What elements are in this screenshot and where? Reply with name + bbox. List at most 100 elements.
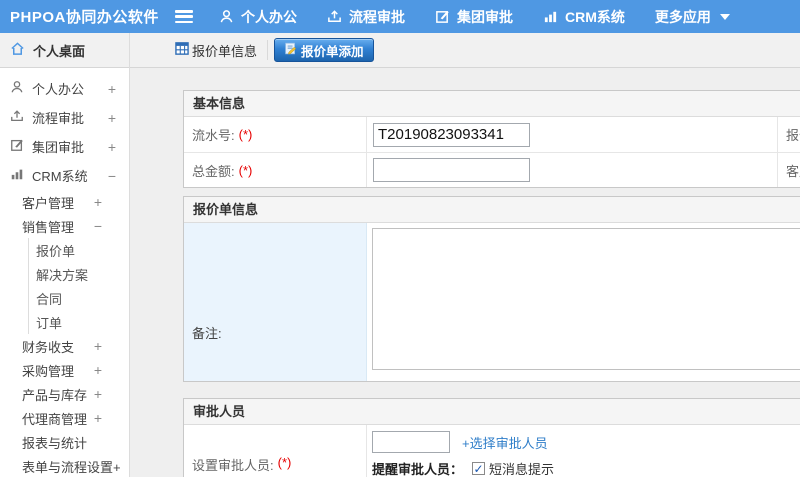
sidebar-item-quotation[interactable]: 报价单 bbox=[29, 238, 129, 262]
topnav-label: 个人办公 bbox=[241, 8, 297, 25]
required-mark: (*) bbox=[238, 127, 253, 142]
sidebar-item-label: 个人桌面 bbox=[33, 43, 86, 59]
field-label: 备注: bbox=[192, 326, 222, 341]
sidebar-item-personal-desktop[interactable]: 个人桌面 bbox=[0, 33, 129, 68]
expand-plus-icon[interactable]: + bbox=[108, 110, 116, 126]
required-mark: (*) bbox=[238, 162, 253, 178]
expand-plus-icon[interactable]: + bbox=[94, 338, 102, 354]
topbar: PHPOA协同办公软件 个人办公 流程审批 集团审批 CRM系统 更多应用 bbox=[0, 0, 800, 33]
user-icon bbox=[219, 9, 234, 24]
field-label-cell-right: 报价 bbox=[778, 117, 800, 152]
sidebar-item-label: 客户管理 bbox=[22, 195, 75, 211]
sidebar-item-label: 报表与统计 bbox=[22, 435, 88, 451]
expand-plus-icon[interactable]: + bbox=[94, 194, 102, 210]
sms-remind-checkbox[interactable]: ✓ bbox=[472, 462, 486, 475]
expand-plus-icon[interactable]: + bbox=[108, 81, 116, 97]
form-row-approver: 设置审批人员: (*) +选择审批人员 提醒审批人员： ✓ 短消息提示 bbox=[184, 425, 800, 477]
sidebar-item-purchase[interactable]: 采购管理 + bbox=[0, 358, 129, 382]
topnav-crm[interactable]: CRM系统 bbox=[543, 7, 625, 27]
bar-chart-icon bbox=[10, 167, 24, 184]
topnav-label: 集团审批 bbox=[457, 8, 513, 25]
sidebar-item-form-workflow-settings[interactable]: 表单与流程设置+ bbox=[0, 454, 129, 477]
sidebar-item-label: 订单 bbox=[36, 315, 63, 331]
sidebar-item-order[interactable]: 订单 bbox=[29, 310, 129, 334]
bar-chart-icon bbox=[543, 9, 558, 24]
sidebar-item-personal-office[interactable]: 个人办公 + bbox=[0, 74, 129, 103]
caret-down-icon bbox=[719, 13, 730, 20]
sidebar-item-label: 采购管理 bbox=[22, 363, 75, 379]
sidebar-item-label: 财务收支 bbox=[22, 339, 75, 355]
workflow-icon bbox=[10, 109, 24, 126]
tab-label: 报价单添加 bbox=[301, 44, 364, 59]
collapse-minus-icon[interactable]: − bbox=[94, 218, 102, 234]
expand-plus-icon[interactable]: + bbox=[108, 139, 116, 155]
select-approver-link[interactable]: +选择审批人员 bbox=[462, 433, 548, 452]
sidebar-item-reports[interactable]: 报表与统计 bbox=[0, 430, 129, 454]
expand-plus-icon[interactable]: + bbox=[94, 362, 102, 378]
approver-input[interactable] bbox=[372, 431, 450, 453]
sidebar-item-finance[interactable]: 财务收支 + bbox=[0, 334, 129, 358]
collapse-minus-icon[interactable]: − bbox=[108, 168, 116, 184]
workflow-icon bbox=[327, 9, 342, 24]
form-row-remark: 备注: bbox=[184, 223, 800, 381]
expand-plus-icon[interactable]: + bbox=[94, 386, 102, 402]
sidebar-item-group-approval[interactable]: 集团审批 + bbox=[0, 132, 129, 161]
edit-square-icon bbox=[10, 138, 24, 155]
field-input-cell bbox=[367, 117, 778, 152]
top-navigation: 个人办公 流程审批 集团审批 CRM系统 更多应用 bbox=[219, 7, 730, 27]
topnav-more-apps[interactable]: 更多应用 bbox=[655, 7, 730, 27]
home-icon bbox=[10, 41, 25, 59]
hamburger-icon[interactable] bbox=[175, 10, 193, 23]
total-amount-input[interactable] bbox=[373, 158, 530, 182]
expand-plus-icon[interactable]: + bbox=[94, 410, 102, 426]
section-title: 审批人员 bbox=[184, 399, 800, 425]
tab-quotation-add[interactable]: 报价单添加 bbox=[274, 38, 374, 62]
sidebar-item-label: 流程审批 bbox=[32, 111, 85, 126]
checkbox-label: 短消息提示 bbox=[489, 462, 555, 477]
tab-bar: 报价单信息 报价单添加 bbox=[130, 33, 800, 68]
sidebar-item-crm[interactable]: CRM系统 − bbox=[0, 161, 129, 190]
field-label-cell: 总金额: (*) bbox=[184, 153, 367, 187]
remind-label: 提醒审批人员： bbox=[372, 462, 464, 477]
field-label: 总金额: bbox=[192, 163, 235, 179]
topnav-workflow-approval[interactable]: 流程审批 bbox=[327, 7, 405, 27]
sidebar-item-sales-mgmt[interactable]: 销售管理 − bbox=[0, 214, 129, 238]
sidebar-item-workflow-approval[interactable]: 流程审批 + bbox=[0, 103, 129, 132]
topnav-label: 更多应用 bbox=[654, 8, 711, 25]
sidebar-item-label: 销售管理 bbox=[22, 219, 75, 235]
field-label: 客户 bbox=[786, 163, 800, 179]
sidebar-item-label: 报价单 bbox=[36, 243, 76, 259]
remark-field-cell bbox=[367, 223, 800, 381]
topnav-group-approval[interactable]: 集团审批 bbox=[435, 7, 513, 27]
section-basic-info: 基本信息 流水号: (*) 报价 总金额: ( bbox=[183, 90, 800, 188]
sales-submenu: 报价单 解决方案 合同 订单 bbox=[28, 238, 129, 334]
field-label-cell: 流水号: (*) bbox=[184, 117, 367, 152]
form-content: 基本信息 流水号: (*) 报价 总金额: ( bbox=[130, 68, 800, 477]
field-label: 报价 bbox=[786, 128, 800, 143]
section-title: 报价单信息 bbox=[184, 197, 800, 223]
form-row-serial: 流水号: (*) 报价 bbox=[184, 117, 800, 152]
sidebar-item-product-inventory[interactable]: 产品与库存 + bbox=[0, 382, 129, 406]
required-mark: (*) bbox=[277, 455, 292, 470]
field-label-cell-right: 客户 bbox=[778, 153, 800, 187]
topnav-label: CRM系统 bbox=[565, 8, 625, 25]
remark-textarea[interactable] bbox=[372, 228, 800, 370]
tab-quotation-info[interactable]: 报价单信息 bbox=[175, 40, 269, 60]
user-icon bbox=[10, 80, 24, 97]
table-icon bbox=[175, 42, 189, 58]
edit-square-icon bbox=[435, 9, 450, 24]
sidebar-item-customer-mgmt[interactable]: 客户管理 + bbox=[0, 190, 129, 214]
topnav-personal-office[interactable]: 个人办公 bbox=[219, 7, 297, 27]
serial-number-input[interactable] bbox=[373, 122, 530, 147]
field-label: 流水号: bbox=[192, 128, 235, 143]
sidebar-item-contract[interactable]: 合同 bbox=[29, 286, 129, 310]
sidebar-item-label: 表单与流程设置+ bbox=[22, 459, 121, 475]
section-quotation-info: 报价单信息 备注: bbox=[183, 196, 800, 382]
sidebar-item-solution[interactable]: 解决方案 bbox=[29, 262, 129, 286]
sidebar-item-label: 集团审批 bbox=[32, 140, 85, 155]
field-label: 设置审批人员: bbox=[192, 458, 274, 473]
sidebar-item-agent-mgmt[interactable]: 代理商管理 + bbox=[0, 406, 129, 430]
app-logo: PHPOA协同办公软件 bbox=[10, 9, 159, 26]
field-input-cell bbox=[367, 153, 778, 187]
topnav-label: 流程审批 bbox=[349, 8, 405, 25]
